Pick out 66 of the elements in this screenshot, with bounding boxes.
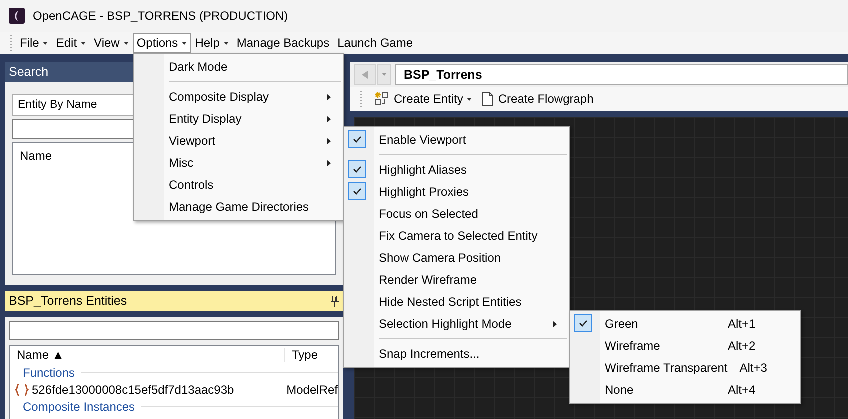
menu-item[interactable]: Entity Display bbox=[134, 108, 343, 130]
caret-icon bbox=[81, 42, 86, 44]
menu-bar-item[interactable]: Edit bbox=[52, 33, 90, 53]
menu-item[interactable]: Green Alt+1 bbox=[570, 313, 800, 335]
submenu-arrow-icon bbox=[327, 138, 331, 144]
menu-bar-item[interactable]: Manage Backups bbox=[232, 33, 334, 53]
caret-icon bbox=[124, 42, 129, 44]
menu-item[interactable]: Render Wireframe bbox=[344, 269, 569, 291]
entity-type: ModelRef bbox=[286, 382, 338, 396]
menu-item[interactable]: Highlight Proxies bbox=[344, 181, 569, 203]
column-header[interactable]: Name ▲ bbox=[10, 348, 284, 362]
menu-bar-item[interactable]: View bbox=[90, 33, 133, 53]
column-header[interactable]: Name bbox=[20, 149, 52, 163]
panel-title: BSP_Torrens Entities bbox=[9, 294, 128, 308]
window-title: OpenCAGE - BSP_TORRENS (PRODUCTION) bbox=[33, 9, 288, 23]
app-logo-icon bbox=[9, 8, 25, 24]
menu-item[interactable]: Manage Game Directories bbox=[134, 196, 343, 218]
menu-item[interactable]: Highlight Aliases bbox=[344, 159, 569, 181]
braces-icon bbox=[15, 384, 29, 396]
menu-item[interactable]: Misc bbox=[134, 152, 343, 174]
toolbar-button[interactable]: Create Entity bbox=[372, 91, 474, 107]
group-header[interactable]: Functions bbox=[23, 366, 76, 380]
checkbox[interactable] bbox=[348, 182, 366, 200]
caret-icon bbox=[382, 73, 386, 76]
check-icon bbox=[578, 320, 588, 326]
composite-path-field[interactable]: BSP_Torrens bbox=[395, 64, 848, 85]
menu-item[interactable]: Wireframe Transparent Alt+3 bbox=[570, 357, 800, 379]
menu-item[interactable]: None Alt+4 bbox=[570, 379, 800, 401]
menu-item[interactable]: Focus on Selected bbox=[344, 203, 569, 225]
pin-icon[interactable] bbox=[331, 296, 339, 306]
entity-name[interactable]: 526fde13000008c15ef5df7d13aac93b bbox=[32, 382, 234, 396]
menu-item[interactable]: Hide Nested Script Entities bbox=[344, 291, 569, 313]
checkbox[interactable] bbox=[348, 160, 366, 178]
filter-field[interactable] bbox=[9, 321, 339, 340]
checkbox[interactable] bbox=[574, 314, 592, 332]
back-arrow-icon bbox=[362, 70, 368, 78]
menu-item[interactable]: Selection Highlight Mode bbox=[344, 313, 569, 335]
menu-item[interactable]: Controls bbox=[134, 174, 343, 196]
submenu-arrow-icon bbox=[553, 320, 557, 328]
menu-bar-item[interactable]: Launch Game bbox=[334, 33, 417, 53]
caret-icon bbox=[182, 42, 188, 44]
caret-icon bbox=[467, 98, 472, 100]
menu-item[interactable]: Fix Camera to Selected Entity bbox=[344, 225, 569, 247]
check-icon bbox=[352, 188, 362, 194]
sparkle-nodes-icon bbox=[374, 91, 390, 107]
menu-bar-item[interactable]: Options bbox=[132, 33, 192, 53]
document-icon bbox=[482, 92, 494, 106]
submenu-arrow-icon bbox=[327, 116, 331, 122]
menu-item[interactable]: Show Camera Position bbox=[344, 247, 569, 269]
column-header[interactable]: Type bbox=[284, 348, 318, 362]
menu-item[interactable]: Enable Viewport bbox=[344, 129, 569, 151]
check-icon bbox=[352, 136, 362, 142]
menu-item[interactable]: Wireframe Alt+2 bbox=[570, 335, 800, 357]
menu-item[interactable]: Snap Increments... bbox=[344, 343, 569, 365]
menu-bar-item[interactable]: Help bbox=[191, 33, 233, 53]
menu-bar-item[interactable]: File bbox=[16, 33, 52, 53]
submenu-arrow-icon bbox=[327, 160, 331, 166]
submenu-arrow-icon bbox=[327, 94, 331, 100]
menu-item[interactable]: Viewport bbox=[134, 130, 343, 152]
caret-icon bbox=[224, 42, 229, 44]
group-header[interactable]: Composite Instances bbox=[23, 400, 136, 414]
checkbox[interactable] bbox=[348, 130, 366, 148]
caret-icon bbox=[43, 42, 48, 44]
toolbar-button[interactable]: Create Flowgraph bbox=[480, 92, 596, 106]
check-icon bbox=[352, 166, 362, 172]
menu-item[interactable]: Composite Display bbox=[134, 86, 343, 108]
